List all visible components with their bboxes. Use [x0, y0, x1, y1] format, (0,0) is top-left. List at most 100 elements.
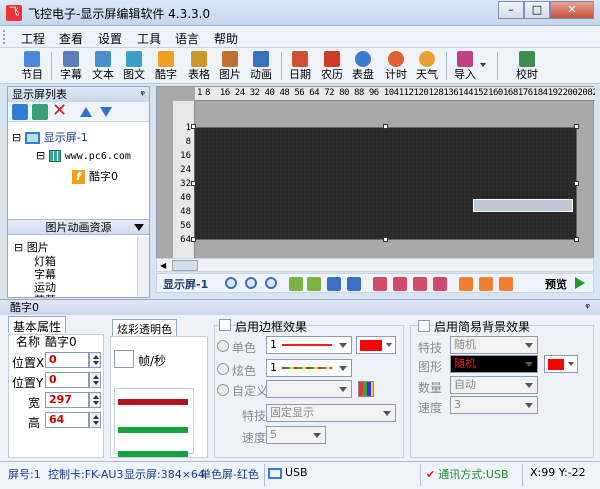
- delete-icon[interactable]: ✕: [52, 102, 68, 120]
- tool-clock-button[interactable]: 表盘: [347, 50, 379, 82]
- speed-input[interactable]: [114, 350, 134, 368]
- tool-image-text-button[interactable]: 图文: [118, 50, 150, 82]
- led-screen-canvas[interactable]: [194, 127, 577, 240]
- custom-select[interactable]: [266, 380, 352, 398]
- mono-radio[interactable]: [217, 340, 229, 352]
- resize-handle[interactable]: [574, 237, 579, 242]
- add-program-icon[interactable]: [32, 104, 48, 120]
- color-bar-green[interactable]: [118, 427, 188, 433]
- cooltext-element[interactable]: [473, 199, 573, 212]
- maximize-button[interactable]: □: [524, 1, 550, 19]
- tool-text-button[interactable]: 文本: [87, 50, 119, 82]
- zoom-out-icon[interactable]: [245, 277, 257, 289]
- y-input[interactable]: 0: [45, 372, 89, 388]
- move-down-icon[interactable]: [100, 107, 112, 117]
- resize-handle[interactable]: [191, 124, 196, 129]
- tool-time-sync-button[interactable]: 校时: [511, 50, 543, 82]
- tool-cool-text-button[interactable]: 酷字: [150, 50, 182, 82]
- pin-icon[interactable]: ᵠ: [140, 87, 145, 102]
- resize-handle[interactable]: [383, 237, 388, 242]
- menu-language[interactable]: 语言: [175, 30, 199, 47]
- tool-table-button[interactable]: 表格: [183, 50, 215, 82]
- tool-weather-button[interactable]: 天气: [411, 50, 443, 82]
- border-effect-select[interactable]: 固定显示: [266, 404, 396, 422]
- menu-tools[interactable]: 工具: [137, 30, 161, 47]
- move-left-icon[interactable]: [289, 277, 303, 291]
- align-left-icon[interactable]: [373, 277, 387, 291]
- menu-help[interactable]: 帮助: [214, 30, 238, 47]
- align-bottom-icon[interactable]: [433, 277, 447, 291]
- bg-count-select[interactable]: 自动: [450, 376, 538, 394]
- move-up-icon[interactable]: [327, 277, 341, 291]
- resources-header[interactable]: 图片动画资源: [8, 219, 149, 235]
- window-title: 飞控电子-显示屏编辑软件 4.3.3.0: [28, 7, 211, 21]
- border-speed-select[interactable]: 5: [266, 426, 326, 444]
- tab-basic-properties[interactable]: 基本属性: [8, 316, 67, 334]
- fit-screen-icon[interactable]: [499, 277, 513, 291]
- x-input[interactable]: 0: [45, 352, 89, 368]
- tab-colorful-transparent[interactable]: 炫彩透明色: [112, 319, 177, 336]
- color-bar-green-2[interactable]: [118, 451, 188, 457]
- color-bar-red[interactable]: [118, 399, 188, 405]
- minimize-button[interactable]: –: [498, 1, 524, 19]
- tool-date-button[interactable]: 日期: [284, 50, 316, 82]
- tool-lunar-button[interactable]: 农历: [316, 50, 348, 82]
- align-right-icon[interactable]: [393, 277, 407, 291]
- colorful-radio[interactable]: [217, 363, 229, 375]
- close-button[interactable]: ✕: [550, 1, 594, 19]
- menu-settings[interactable]: 设置: [98, 30, 122, 47]
- menu-view[interactable]: 查看: [59, 30, 83, 47]
- bg-shape-select[interactable]: 随机: [450, 355, 538, 373]
- tree-node-program[interactable]: ⊟ www.pc6.com: [36, 149, 131, 162]
- width-stepper[interactable]: [89, 392, 101, 408]
- move-down-icon[interactable]: [347, 277, 361, 291]
- resize-handle[interactable]: [574, 124, 579, 129]
- pin-icon[interactable]: ᵠ: [585, 300, 590, 315]
- resize-handle[interactable]: [191, 181, 196, 186]
- resize-handle[interactable]: [574, 181, 579, 186]
- tool-import-button[interactable]: 导入: [449, 50, 481, 82]
- resources-scrollbar[interactable]: [137, 237, 149, 297]
- resize-handle[interactable]: [191, 237, 196, 242]
- align-top-icon[interactable]: [413, 277, 427, 291]
- y-stepper[interactable]: [89, 372, 101, 388]
- play-icon[interactable]: [575, 277, 585, 289]
- scroll-thumb[interactable]: [172, 260, 198, 271]
- fit-width-icon[interactable]: [459, 277, 473, 291]
- move-up-icon[interactable]: [80, 107, 92, 117]
- name-value[interactable]: 酷字0: [45, 333, 77, 350]
- status-control-card: 控制卡:FK-AU3: [48, 468, 124, 481]
- scroll-left-icon[interactable]: ◀: [160, 261, 166, 270]
- tool-timer-button[interactable]: 计时: [380, 50, 412, 82]
- tool-picture-button[interactable]: 图片: [214, 50, 246, 82]
- tree-node-cooltext[interactable]: f 酷字0: [72, 168, 118, 184]
- zoom-fit-icon[interactable]: [265, 277, 277, 289]
- screen-selector[interactable]: 显示屏-1: [163, 276, 208, 292]
- resize-handle[interactable]: [383, 124, 388, 129]
- height-stepper[interactable]: [89, 412, 101, 428]
- menu-project[interactable]: 工程: [21, 30, 45, 47]
- resource-item[interactable]: 花草: [34, 292, 56, 297]
- bg-color-picker[interactable]: [544, 355, 578, 373]
- bg-enable-checkbox[interactable]: [418, 320, 430, 332]
- palette-icon[interactable]: [358, 381, 374, 397]
- bg-speed-select[interactable]: 3: [450, 396, 538, 414]
- tree-node-screen[interactable]: ⊟ 显示屏-1: [12, 129, 88, 145]
- import-dropdown-icon[interactable]: [480, 63, 486, 67]
- x-stepper[interactable]: [89, 352, 101, 368]
- tool-program-button[interactable]: 节目: [16, 50, 48, 82]
- add-screen-icon[interactable]: [12, 104, 28, 120]
- tool-subtitle-button[interactable]: 字幕: [55, 50, 87, 82]
- tool-animation-button[interactable]: 动画: [245, 50, 277, 82]
- bg-effect-select[interactable]: 随机: [450, 336, 538, 354]
- border-color-picker[interactable]: [356, 336, 396, 354]
- canvas-h-scrollbar[interactable]: ◀: [156, 258, 594, 272]
- zoom-in-icon[interactable]: [225, 277, 237, 289]
- border-enable-checkbox[interactable]: [219, 319, 231, 331]
- width-input[interactable]: 297: [45, 392, 89, 408]
- fit-height-icon[interactable]: [479, 277, 493, 291]
- custom-radio[interactable]: [217, 384, 229, 396]
- height-input[interactable]: 64: [45, 412, 89, 428]
- preview-button[interactable]: 预览: [545, 276, 567, 292]
- move-right-icon[interactable]: [307, 277, 321, 291]
